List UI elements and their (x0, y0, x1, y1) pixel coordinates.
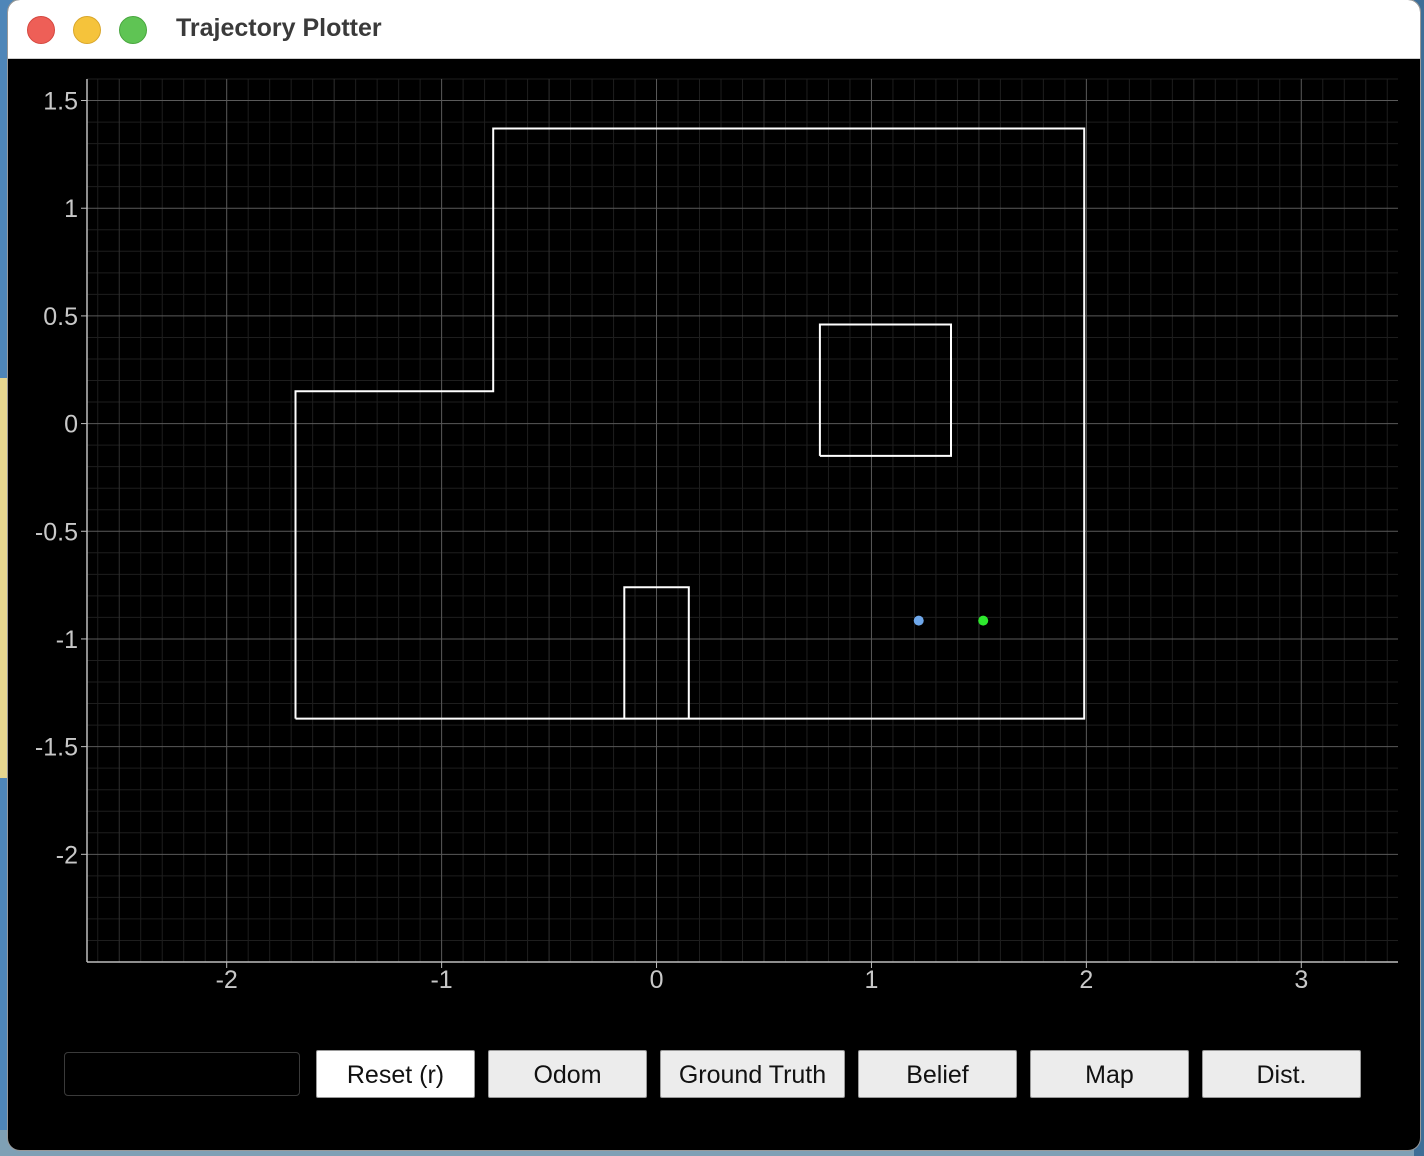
y-axis-ticks: 1.5 1 0.5 0 -0.5 -1 -1.5 -2 (35, 88, 87, 869)
y-tick-label: -1 (56, 626, 78, 654)
map-button[interactable]: Map (1030, 1050, 1189, 1098)
y-tick-label: 1.5 (43, 88, 78, 116)
y-tick-label: 0.5 (43, 303, 78, 331)
odom-button[interactable]: Odom (488, 1050, 647, 1098)
x-tick-label: -2 (216, 966, 238, 994)
belief-point (913, 615, 924, 626)
y-tick-label: 0 (64, 411, 78, 439)
x-tick-label: 0 (650, 966, 664, 994)
x-axis-ticks: -2 -1 0 1 2 3 (216, 962, 1308, 994)
y-tick-label: -1.5 (35, 734, 78, 762)
dist-button[interactable]: Dist. (1202, 1050, 1361, 1098)
trajectory-plotter-window: Trajectory Plotter -2 -1 0 1 2 3 1.5 1 0.5 0 -0.5… (8, 0, 1420, 1150)
y-tick-label: -2 (56, 841, 78, 869)
reset-button[interactable]: Reset (r) (316, 1050, 475, 1098)
y-tick-label: 1 (64, 195, 78, 223)
x-tick-label: 2 (1079, 966, 1093, 994)
y-tick-label: -0.5 (35, 518, 78, 546)
x-tick-label: 1 (864, 966, 878, 994)
command-input[interactable] (64, 1052, 300, 1096)
belief-button[interactable]: Belief (858, 1050, 1017, 1098)
trajectory-plot[interactable]: -2 -1 0 1 2 3 1.5 1 0.5 0 -0.5 -1 -1.5 -2 (8, 0, 1420, 1040)
x-tick-label: -1 (430, 966, 452, 994)
ground-truth-point (978, 615, 989, 626)
ground-truth-button[interactable]: Ground Truth (660, 1050, 845, 1098)
x-tick-label: 3 (1294, 966, 1308, 994)
